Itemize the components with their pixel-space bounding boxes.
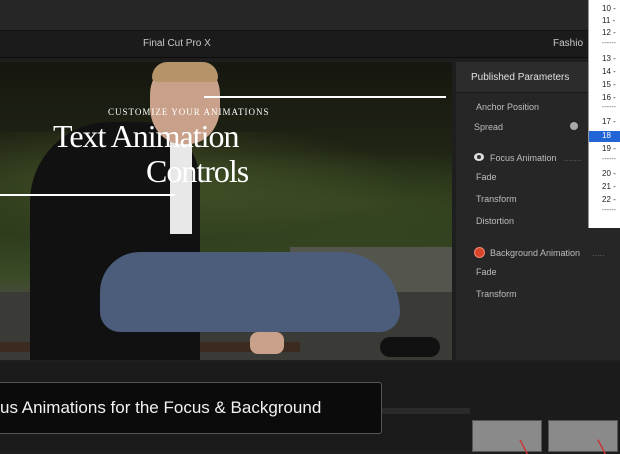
dropdown-item[interactable]: 10 - xyxy=(602,4,616,13)
person-jeans xyxy=(100,252,400,332)
dropdown-separator: ------ xyxy=(602,104,616,111)
param-fade-background[interactable]: Fade xyxy=(476,267,497,277)
dropdown-separator: ------ xyxy=(602,40,616,47)
param-transform-focus[interactable]: Transform xyxy=(476,194,517,204)
caption-text: us Animations for the Focus & Background xyxy=(0,398,322,417)
eye-icon[interactable] xyxy=(474,153,484,161)
clip-thumbnail[interactable] xyxy=(548,420,618,452)
dropdown-item[interactable]: 13 - xyxy=(602,54,616,63)
dropdown-item[interactable]: 19 - xyxy=(602,144,616,153)
param-transform-background[interactable]: Transform xyxy=(476,289,517,299)
dropdown-item[interactable]: 11 - xyxy=(602,16,615,25)
dropdown-item[interactable]: 12 - xyxy=(602,28,616,37)
dropdown-item[interactable]: 20 - xyxy=(602,169,616,178)
group-divider: ..... xyxy=(592,248,605,258)
viewer-titlebar xyxy=(0,31,620,58)
dropdown-item[interactable]: 17 - xyxy=(602,117,616,126)
person-shoe xyxy=(380,337,440,357)
dropdown-item[interactable]: 16 - xyxy=(602,93,616,102)
dropdown-item-selected[interactable]: 18 xyxy=(602,131,611,140)
param-fade-focus[interactable]: Fade xyxy=(476,172,497,182)
person-hair xyxy=(152,62,218,82)
font-size-dropdown[interactable]: 10 - 11 - 12 - ------ 13 - 14 - 15 - 16 … xyxy=(588,0,620,228)
inspector-title: Published Parameters xyxy=(471,72,570,83)
group-focus-animation[interactable]: Focus Animation xyxy=(490,153,557,163)
clip-thumbnail[interactable] xyxy=(472,420,542,452)
overlay-title-line1: Text Animation xyxy=(53,118,240,154)
dropdown-item[interactable]: 14 - xyxy=(602,67,616,76)
person-hand xyxy=(250,332,284,354)
clip-marker-icon: ╲ xyxy=(520,440,528,454)
background-animation-icon[interactable] xyxy=(474,247,485,258)
param-spread[interactable]: Spread xyxy=(474,122,503,132)
app-title: Final Cut Pro X xyxy=(143,38,211,49)
param-distortion[interactable]: Distortion xyxy=(476,216,514,226)
overlay-title-line2: Controls xyxy=(146,153,249,189)
overlay-line-bottom xyxy=(0,194,175,196)
project-title: Fashio xyxy=(553,38,584,49)
overlay-subtitle: CUSTOMIZE YOUR ANIMATIONS xyxy=(108,107,270,117)
dropdown-separator: ------ xyxy=(602,207,616,214)
spread-slider-knob[interactable] xyxy=(570,122,578,130)
group-divider: ....... xyxy=(564,153,582,163)
overlay-line-top xyxy=(204,96,446,98)
dropdown-item[interactable]: 21 - xyxy=(602,182,616,191)
dropdown-separator: ------ xyxy=(602,156,616,163)
top-toolbar xyxy=(0,0,620,31)
param-anchor-position[interactable]: Anchor Position xyxy=(476,102,539,112)
clip-marker-icon: ╲ xyxy=(598,440,606,454)
group-background-animation[interactable]: Background Animation xyxy=(490,248,580,258)
dropdown-item[interactable]: 22 - xyxy=(602,195,616,204)
dropdown-item[interactable]: 15 - xyxy=(602,80,616,89)
